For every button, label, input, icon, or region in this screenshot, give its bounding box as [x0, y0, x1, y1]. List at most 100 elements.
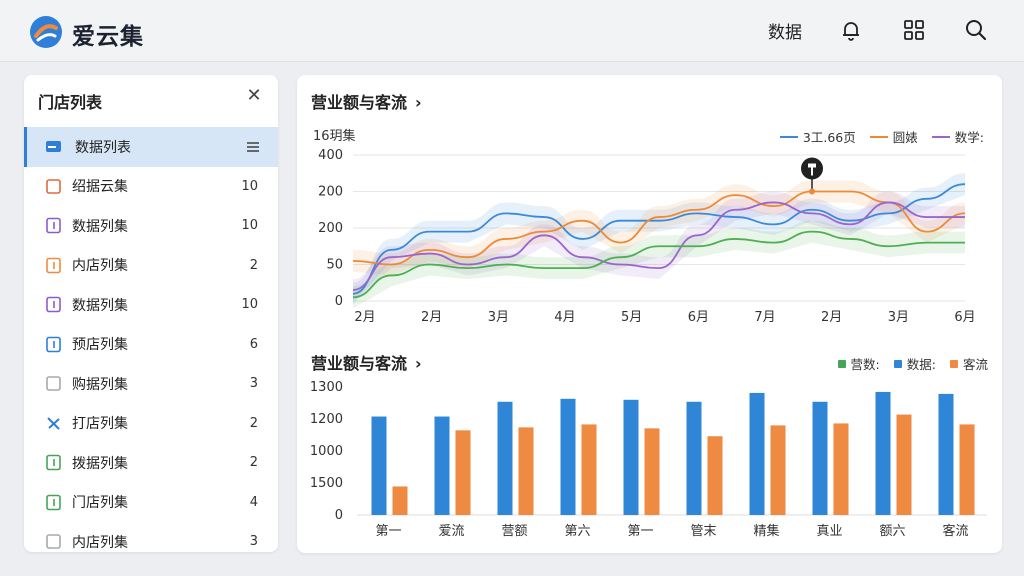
y-tick-label: 1500: [310, 476, 343, 491]
doc-icon: [46, 296, 61, 313]
y-tick-label: 1200: [310, 412, 343, 427]
x-tick-label: 2月: [821, 310, 842, 325]
store-list-item[interactable]: 内店列集 3: [24, 522, 278, 552]
store-list-panel: 门店列表 ✕ 数据列表 绍据云集 10 数据列集 10 内店列集 2 数据列集 10 预店列集 6 购…: [24, 75, 278, 552]
bar-chart: 0 1500 1000 1200 1300 第一 爱流 营额 第六 第一 管末 精集 真业 额六 客流: [310, 380, 987, 539]
store-list-item[interactable]: 内店列集 2: [24, 246, 278, 286]
legend-swatch: [869, 135, 888, 138]
bar: [434, 416, 450, 515]
line-chart-ylabel: 16玥集: [313, 129, 356, 144]
grid-icon[interactable]: [902, 18, 926, 42]
data-menu-button[interactable]: 数据: [768, 18, 802, 43]
store-list: 数据列表 绍据云集 10 数据列集 10 内店列集 2 数据列集 10 预店列集 6 购据列集 3 打店列…: [24, 127, 278, 552]
legend-swatch: [931, 135, 950, 138]
legend-item: 营数:: [837, 354, 880, 373]
bar: [644, 428, 660, 515]
legend-label: 数据:: [906, 357, 936, 372]
bar: [623, 399, 639, 515]
store-list-item[interactable]: 数据列表: [24, 127, 278, 167]
store-item-label: 购据列集: [72, 376, 128, 393]
store-list-item[interactable]: 绍据云集 10: [24, 167, 278, 207]
store-item-count: 4: [249, 494, 258, 510]
square-icon: [46, 376, 61, 392]
drawer-icon: [46, 141, 61, 153]
y-tick-label: 200: [318, 185, 343, 200]
bar: [707, 436, 723, 515]
store-item-label: 绍据云集: [72, 179, 128, 196]
x-tick-label: 2月: [354, 310, 375, 325]
x-tick-label: 2月: [421, 310, 442, 325]
bar: [749, 392, 765, 515]
doc-icon: [46, 454, 61, 471]
app-logo-icon: [30, 16, 62, 48]
chevron-right-icon: ›: [415, 93, 422, 112]
menu-icon[interactable]: [246, 141, 260, 153]
doc-icon: [46, 217, 61, 234]
chevron-right-icon: ›: [415, 354, 422, 373]
top-bar: 爱云集 数据: [0, 0, 1024, 62]
bar: [371, 416, 387, 515]
bar: [875, 391, 891, 515]
legend-item: 数学:: [931, 127, 984, 146]
y-tick-label: 1000: [310, 444, 343, 459]
bar: [812, 401, 828, 515]
store-list-item[interactable]: 拨据列集 2: [24, 443, 278, 483]
search-icon[interactable]: [964, 18, 988, 42]
bar: [833, 423, 849, 515]
legend-item: 数据:: [893, 354, 936, 373]
cross-icon: [47, 417, 60, 430]
legend-item: 圆婊: [869, 127, 918, 146]
store-list-item[interactable]: 打店列集 2: [24, 404, 278, 444]
line-chart-legend: 3工.66页 圆婊 数学:: [779, 127, 984, 146]
x-tick-label: 6月: [688, 310, 709, 325]
store-item-label: 拨据列集: [72, 455, 128, 472]
x-tick-label: 客流: [942, 523, 968, 539]
store-item-label: 数据列表: [75, 139, 131, 156]
x-tick-label: 6月: [954, 310, 975, 325]
store-item-count: 2: [249, 415, 258, 431]
charts-panel: 营业额与客流 › 16玥集 3工.66页 圆婊 数学: 0 50 200 200 400 2月 2…: [297, 75, 1002, 553]
store-item-label: 内店列集: [72, 258, 128, 275]
store-item-label: 门店列集: [72, 495, 128, 512]
x-tick-label: 5月: [621, 310, 642, 325]
doc-icon: [46, 494, 61, 511]
legend-label: 营数:: [850, 357, 880, 372]
y-tick-label: 400: [318, 148, 343, 163]
store-list-item[interactable]: 数据列集 10: [24, 285, 278, 325]
y-tick-label: 0: [335, 508, 343, 523]
x-tick-label: 第六: [564, 524, 590, 539]
bar: [392, 486, 408, 515]
y-tick-label: 0: [335, 294, 343, 309]
store-item-count: 6: [249, 336, 258, 352]
x-tick-label: 第一: [375, 524, 401, 539]
square-icon: [46, 534, 61, 550]
store-item-count: 10: [241, 178, 258, 194]
x-tick-label: 营额: [501, 524, 527, 539]
line-chart-title[interactable]: 营业额与客流 ›: [311, 89, 422, 113]
bar: [560, 398, 576, 515]
x-tick-label: 4月: [554, 310, 575, 325]
bar: [455, 430, 471, 515]
store-list-item[interactable]: 门店列集 4: [24, 483, 278, 523]
panel-title: 门店列表: [38, 93, 103, 112]
x-tick-label: 3月: [488, 310, 509, 325]
bar: [938, 393, 954, 515]
store-item-count: 3: [249, 534, 258, 550]
store-list-item[interactable]: 预店列集 6: [24, 325, 278, 365]
bar: [896, 414, 912, 515]
line-chart: 0 50 200 200 400 2月 2月 3月 4月 5月 6月 7月 2月 3月 6月: [318, 148, 975, 325]
bar-chart-title[interactable]: 营业额与客流 ›: [311, 350, 422, 374]
close-icon[interactable]: ✕: [245, 87, 263, 105]
x-tick-label: 爱流: [438, 524, 464, 539]
legend-label: 圆婊: [892, 130, 918, 145]
legend-item: 客流: [949, 354, 988, 373]
legend-label: 3工.66页: [802, 130, 856, 145]
store-item-count: 2: [249, 455, 258, 471]
x-tick-label: 7月: [754, 310, 775, 325]
store-list-item[interactable]: 数据列集 10: [24, 206, 278, 246]
store-item-label: 打店列集: [72, 416, 128, 433]
store-item-label: 数据列集: [72, 218, 128, 235]
bell-icon[interactable]: [839, 18, 863, 42]
store-list-item[interactable]: 购据列集 3: [24, 364, 278, 404]
x-tick-label: 额六: [879, 524, 905, 539]
